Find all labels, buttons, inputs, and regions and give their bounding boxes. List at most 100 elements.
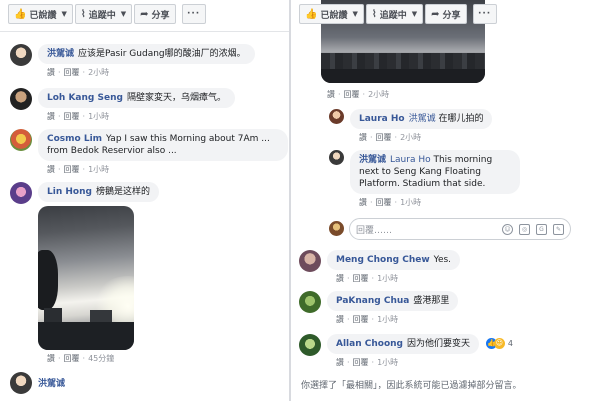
comment-time[interactable]: 45分鐘	[88, 354, 114, 363]
avatar[interactable]	[299, 291, 321, 313]
following-button[interactable]: ⌇ 追蹤中 ▼	[365, 4, 424, 24]
comment-bubble: Cosmo Lim Yap I saw this Morning about 7A…	[38, 129, 288, 161]
avatar[interactable]	[329, 109, 344, 124]
more-button[interactable]: ···	[472, 4, 497, 24]
reply-input[interactable]: 回覆…… ☺ ◎ G ✎	[349, 218, 571, 240]
more-icon: ···	[477, 9, 492, 19]
comment-author[interactable]: Allan Choong	[336, 339, 403, 349]
comment-text: 在哪儿拍的	[438, 114, 484, 124]
following-button[interactable]: ⌇ 追蹤中 ▼	[74, 4, 133, 24]
share-button[interactable]: ➦ 分享	[134, 4, 176, 24]
comment-time[interactable]: 2小時	[88, 68, 109, 77]
avatar[interactable]	[10, 129, 32, 151]
comment-author[interactable]: 洪駕诚	[359, 155, 386, 165]
avatar[interactable]	[329, 150, 344, 165]
right-panel: 👍 已說讚 ▼ ⌇ 追蹤中 ▼ ➦ 分享 ··· 讚 · 回覆 · 2小時 Laura …	[291, 0, 600, 401]
comment-item: 洪駕诚 应该是Pasir Gudang哪的酸油厂的浓烟。 讚 · 回覆 · 2小時	[10, 44, 255, 78]
comment-author[interactable]: PaKnang Chua	[336, 296, 409, 306]
comment-actions: 讚 · 回覆 · 1小時	[47, 112, 110, 121]
like-link[interactable]: 讚	[336, 274, 344, 283]
avatar[interactable]	[10, 372, 32, 394]
comment-time[interactable]: 1小時	[377, 358, 398, 367]
thumbs-up-icon: 👍	[14, 8, 27, 20]
share-button[interactable]: ➦ 分享	[425, 4, 467, 24]
comment-item: PaKnang Chua 盛港那里 讚 · 回覆 · 1小時	[299, 291, 459, 325]
like-link[interactable]: 讚	[327, 90, 335, 99]
photo-actions: 讚 · 回覆 · 2小時	[327, 90, 390, 99]
avatar[interactable]	[299, 334, 321, 356]
share-arrow-icon: ➦	[431, 8, 440, 20]
gif-icon[interactable]: G	[536, 223, 547, 235]
comment-item: 洪駕诚	[10, 372, 69, 394]
comment-actions: 讚 · 回覆 · 1小時	[336, 358, 399, 367]
post-toolbar: 👍 已說讚 ▼ ⌇ 追蹤中 ▼ ➦ 分享 ···	[299, 4, 497, 26]
like-link[interactable]: 讚	[359, 133, 367, 142]
avatar[interactable]	[10, 44, 32, 66]
filter-notice: 你選擇了「最相關」，因此系統可能已過濾掉部分留言。	[301, 381, 522, 391]
comment-author[interactable]: Meng Chong Chew	[336, 255, 430, 265]
sticker-icon[interactable]: ✎	[553, 223, 564, 235]
reply-link[interactable]: 回覆	[344, 90, 360, 99]
comment-item: Allan Choong 因为他们要变天 👍 ☺ 4 讚 · 回覆 · 1小時	[299, 334, 513, 368]
more-icon: ···	[186, 9, 201, 19]
comment-actions: 讚 · 回覆 · 45分鐘	[47, 354, 115, 363]
like-link[interactable]: 讚	[336, 358, 344, 367]
reply-link[interactable]: 回覆	[376, 133, 392, 142]
comment-bubble: Loh Kang Seng 隔壁家変天，乌烟瘴气。	[38, 88, 235, 108]
comment-time[interactable]: 1小時	[88, 165, 109, 174]
like-link[interactable]: 讚	[47, 112, 55, 121]
comment-time[interactable]: 1小時	[377, 315, 398, 324]
my-avatar	[329, 221, 344, 236]
avatar[interactable]	[10, 88, 32, 110]
comment-actions: 讚 · 回覆 · 1小時	[336, 315, 399, 324]
liked-button[interactable]: 👍 已說讚 ▼	[8, 4, 73, 24]
reply-link[interactable]: 回覆	[353, 315, 369, 324]
like-link[interactable]: 讚	[47, 68, 55, 77]
reply-link[interactable]: 回覆	[64, 112, 80, 121]
chevron-down-icon: ▼	[61, 10, 67, 18]
liked-button[interactable]: 👍 已說讚 ▼	[299, 4, 364, 24]
like-link[interactable]: 讚	[47, 165, 55, 174]
mention-link[interactable]: 洪駕诚	[409, 114, 436, 124]
comment-photo[interactable]	[38, 206, 134, 350]
comment-author[interactable]: 洪駕诚	[47, 49, 74, 59]
comment-bubble: PaKnang Chua 盛港那里	[327, 291, 459, 311]
comment-item: Lin Hong 榜鵝是这样的 讚 · 回覆 · 45分鐘	[10, 182, 159, 364]
reply-link[interactable]: 回覆	[353, 358, 369, 367]
comment-text: 盛港那里	[413, 296, 450, 306]
post-toolbar: 👍 已說讚 ▼ ⌇ 追蹤中 ▼ ➦ 分享 ···	[8, 4, 206, 26]
emoji-icon[interactable]: ☺	[502, 223, 513, 235]
comment-author[interactable]: Loh Kang Seng	[47, 93, 123, 103]
reply-link[interactable]: 回覆	[376, 198, 392, 207]
comment-time[interactable]: 1小時	[400, 198, 421, 207]
like-link[interactable]: 讚	[336, 315, 344, 324]
reply-link[interactable]: 回覆	[64, 354, 80, 363]
rss-icon: ⌇	[371, 8, 377, 20]
comment-bubble: Allan Choong 因为他们要变天	[327, 334, 479, 354]
reaction-count: 4	[507, 339, 513, 348]
like-link[interactable]: 讚	[359, 198, 367, 207]
avatar[interactable]	[299, 250, 321, 272]
reply-placeholder: 回覆……	[356, 225, 393, 236]
comment-bubble: Laura Ho 洪駕诚 在哪儿拍的	[350, 109, 493, 129]
chevron-down-icon: ▼	[120, 10, 127, 18]
comment-author[interactable]: Laura Ho	[359, 114, 405, 124]
comment-time[interactable]: 1小時	[377, 274, 398, 283]
reactions-badge[interactable]: 👍 ☺ 4	[485, 338, 513, 349]
comment-time[interactable]: 1小時	[88, 112, 109, 121]
comment-actions: 讚 · 回覆 · 1小時	[359, 198, 422, 207]
comment-text: 隔壁家変天，乌烟瘴气。	[126, 93, 226, 103]
comment-time[interactable]: 2小時	[368, 90, 389, 99]
comment-time[interactable]: 2小時	[400, 133, 421, 142]
reply-link[interactable]: 回覆	[64, 165, 80, 174]
reply-link[interactable]: 回覆	[64, 68, 80, 77]
comment-author[interactable]: 洪駕诚	[38, 379, 65, 389]
reply-link[interactable]: 回覆	[353, 274, 369, 283]
like-link[interactable]: 讚	[47, 354, 55, 363]
camera-icon[interactable]: ◎	[519, 223, 530, 235]
comment-author[interactable]: Lin Hong	[47, 187, 92, 197]
mention-link[interactable]: Laura Ho	[390, 155, 431, 165]
more-button[interactable]: ···	[181, 4, 206, 24]
avatar[interactable]	[10, 182, 32, 204]
comment-author[interactable]: Cosmo Lim	[47, 134, 102, 144]
